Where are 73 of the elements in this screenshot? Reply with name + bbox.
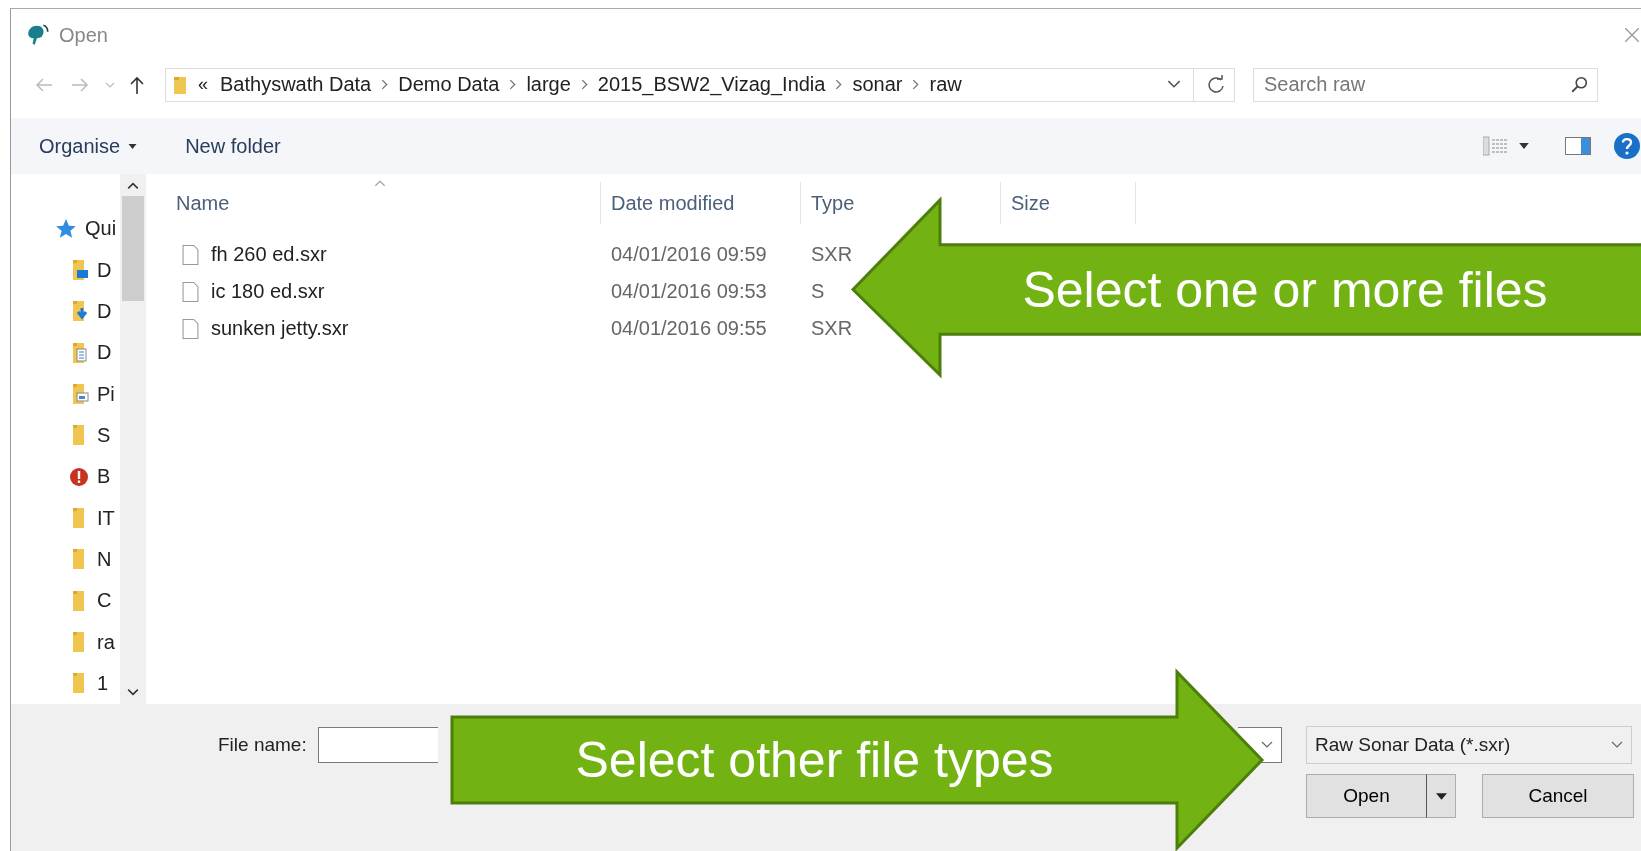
sort-ascending-icon [374, 180, 386, 188]
date-modified: 04/01/2016 09:53 [611, 280, 767, 304]
open-button[interactable]: Open [1306, 774, 1426, 819]
file-icon [182, 243, 199, 266]
star-icon [55, 217, 77, 240]
breadcrumb-item[interactable]: large [526, 73, 571, 97]
chevron-right-icon[interactable] [835, 79, 843, 91]
close-icon[interactable] [1623, 26, 1641, 44]
column-header[interactable]: Size [1011, 191, 1050, 215]
new-folder-button[interactable]: New folder [175, 130, 291, 162]
sidebar-item[interactable]: D [11, 249, 120, 291]
organise-menu-button[interactable]: Organise [29, 130, 148, 162]
sidebar-item[interactable]: D [11, 332, 120, 374]
scrollbar-thumb[interactable] [122, 196, 144, 302]
file-type: SXR [811, 317, 853, 341]
chevron-right-icon[interactable] [912, 79, 920, 91]
breadcrumb-item[interactable]: sonar [852, 73, 903, 97]
file-name-field[interactable] [318, 727, 438, 764]
up-arrow-icon[interactable] [129, 74, 145, 95]
window-title: Open [59, 23, 108, 47]
breadcrumb-item[interactable]: Bathyswath Data [220, 73, 372, 97]
overflow-marker[interactable]: « [198, 74, 208, 96]
help-icon[interactable] [1613, 132, 1641, 161]
date-modified: 04/01/2016 09:59 [611, 243, 767, 267]
sidebar-item[interactable]: Qui [11, 208, 120, 250]
chevron-right-icon[interactable] [580, 79, 588, 91]
chevron-right-icon[interactable] [381, 79, 389, 91]
file-name-label: File name: [218, 734, 308, 757]
file-type-dropdown[interactable]: Raw Sonar Data (*.sxr) [1306, 726, 1632, 765]
warning-icon [69, 466, 89, 487]
sidebar-item[interactable]: N [11, 538, 120, 581]
column-header[interactable]: Date modified [611, 191, 735, 215]
caret-icon [128, 143, 138, 149]
file-icon [182, 280, 199, 303]
chevron-down-icon [1261, 741, 1273, 750]
chevron-down-icon[interactable] [1167, 80, 1181, 90]
sidebar-item[interactable]: 1 [11, 662, 120, 705]
scroll-up-icon[interactable] [127, 182, 139, 191]
preview-pane-icon[interactable] [1565, 137, 1591, 156]
search-field[interactable]: Search raw [1253, 67, 1598, 102]
address-bar[interactable]: « Bathyswath Data Demo Data large 2015_BSW2_Vizag_India sonar raw [165, 67, 1235, 102]
sidebar-item[interactable]: Pi [11, 373, 120, 415]
date-modified: 04/01/2016 09:55 [611, 317, 767, 341]
search-icon[interactable] [1570, 75, 1588, 94]
open-options-button[interactable] [1426, 774, 1456, 819]
chevron-down-icon [1611, 741, 1623, 750]
refresh-icon[interactable] [1206, 74, 1226, 95]
scroll-down-icon[interactable] [127, 688, 139, 697]
callout-text: Select other file types [575, 731, 1054, 789]
breadcrumb-item[interactable]: raw [929, 73, 962, 97]
column-header[interactable]: Name [176, 191, 230, 215]
file-name[interactable]: ic 180 ed.sxr [211, 280, 325, 304]
file-icon [182, 317, 199, 340]
sidebar-item[interactable]: B [11, 456, 120, 498]
sidebar-item[interactable]: C [11, 580, 120, 622]
file-name[interactable]: fh 260 ed.sxr [211, 243, 327, 267]
caret-icon[interactable] [1519, 143, 1529, 150]
app-logo-icon [25, 23, 51, 48]
file-type: S [811, 280, 825, 304]
sidebar-item[interactable]: IT [11, 497, 120, 539]
chevron-right-icon[interactable] [509, 79, 517, 91]
callout-text: Select one or more files [1022, 261, 1548, 319]
sidebar-item[interactable]: ra [11, 621, 120, 663]
folder-icon [174, 74, 186, 95]
file-type: SXR [811, 243, 853, 267]
file-name[interactable]: sunken jetty.sxr [211, 317, 349, 341]
column-header[interactable]: Type [811, 191, 855, 215]
breadcrumb-item[interactable]: 2015_BSW2_Vizag_India [597, 73, 826, 97]
breadcrumb-item[interactable]: Demo Data [398, 73, 500, 97]
caret-icon [1435, 792, 1447, 800]
sidebar-item[interactable]: S [11, 414, 120, 457]
sidebar-item[interactable]: D [11, 290, 120, 333]
cancel-button[interactable]: Cancel [1482, 774, 1634, 819]
